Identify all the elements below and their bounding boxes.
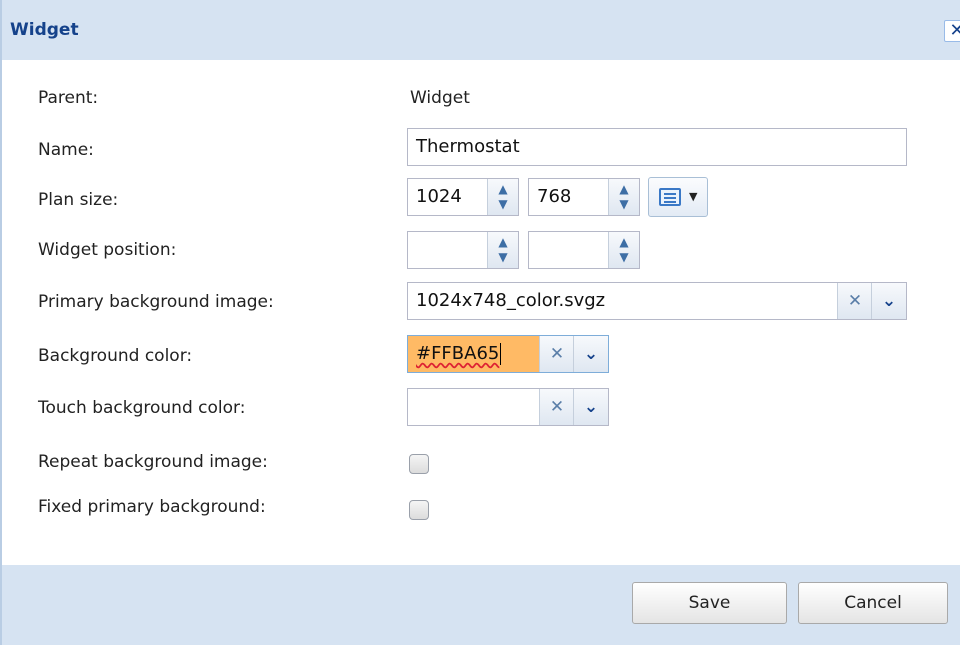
- cancel-button[interactable]: Cancel: [798, 582, 948, 624]
- repeat-bg-label: Repeat background image:: [38, 452, 268, 472]
- spin-down-icon[interactable]: ▼: [496, 198, 510, 210]
- plan-size-label: Plan size:: [38, 190, 119, 210]
- spin-up-icon[interactable]: ▲: [617, 183, 631, 195]
- text-caret: [500, 343, 502, 365]
- plan-size-preset-button[interactable]: ▼: [648, 177, 708, 217]
- dropdown-arrow-icon: ▼: [689, 190, 698, 203]
- fixed-bg-checkbox[interactable]: [409, 500, 429, 520]
- chevron-down-icon[interactable]: ⌄: [871, 283, 906, 319]
- dialog-titlebar: Widget ✕: [2, 0, 960, 60]
- spin-down-icon[interactable]: ▼: [496, 251, 510, 263]
- close-icon[interactable]: ✕: [944, 20, 960, 42]
- save-button[interactable]: Save: [632, 582, 787, 624]
- primary-bg-combobox[interactable]: 1024x748_color.svgz ✕ ⌄: [407, 282, 907, 320]
- chevron-down-icon[interactable]: ⌄: [573, 336, 608, 372]
- clear-icon[interactable]: ✕: [539, 336, 574, 372]
- plan-width-value: 1024: [416, 186, 462, 207]
- name-field[interactable]: Thermostat: [407, 128, 907, 166]
- spin-up-icon[interactable]: ▲: [496, 236, 510, 248]
- clear-icon[interactable]: ✕: [837, 283, 872, 319]
- bg-color-value: #FFBA65: [416, 343, 500, 364]
- primary-bg-label: Primary background image:: [38, 292, 274, 312]
- clear-icon[interactable]: ✕: [539, 389, 574, 425]
- bg-color-field[interactable]: #FFBA65 ✕ ⌄: [407, 335, 609, 373]
- chevron-down-icon[interactable]: ⌄: [573, 389, 608, 425]
- position-y-spinner[interactable]: ▲ ▼: [528, 231, 640, 269]
- position-y-spin-buttons[interactable]: ▲ ▼: [608, 232, 639, 268]
- primary-bg-value: 1024x748_color.svgz: [416, 290, 606, 311]
- fixed-bg-label: Fixed primary background:: [38, 497, 266, 517]
- plan-height-spin-buttons[interactable]: ▲ ▼: [608, 179, 639, 215]
- spin-down-icon[interactable]: ▼: [617, 251, 631, 263]
- touch-bg-label: Touch background color:: [38, 398, 246, 418]
- repeat-bg-checkbox[interactable]: [409, 454, 429, 474]
- parent-label: Parent:: [38, 88, 99, 108]
- plan-width-spinner[interactable]: 1024 ▲ ▼: [407, 178, 519, 216]
- bg-color-label: Background color:: [38, 346, 193, 366]
- touch-bg-color-field[interactable]: ✕ ⌄: [407, 388, 609, 426]
- position-x-spinner[interactable]: ▲ ▼: [407, 231, 519, 269]
- widget-position-label: Widget position:: [38, 240, 177, 260]
- widget-dialog: Widget ✕ Parent: Widget Name: Thermostat…: [0, 0, 960, 645]
- name-label: Name:: [38, 140, 94, 160]
- plan-height-value: 768: [537, 186, 572, 207]
- spin-up-icon[interactable]: ▲: [617, 236, 631, 248]
- position-x-spin-buttons[interactable]: ▲ ▼: [487, 232, 518, 268]
- spin-up-icon[interactable]: ▲: [496, 183, 510, 195]
- dialog-title: Widget: [10, 20, 79, 40]
- plan-width-spin-buttons[interactable]: ▲ ▼: [487, 179, 518, 215]
- list-icon: [659, 188, 681, 206]
- name-field-value: Thermostat: [416, 136, 520, 157]
- plan-height-spinner[interactable]: 768 ▲ ▼: [528, 178, 640, 216]
- parent-value: Widget: [410, 88, 470, 108]
- spin-down-icon[interactable]: ▼: [617, 198, 631, 210]
